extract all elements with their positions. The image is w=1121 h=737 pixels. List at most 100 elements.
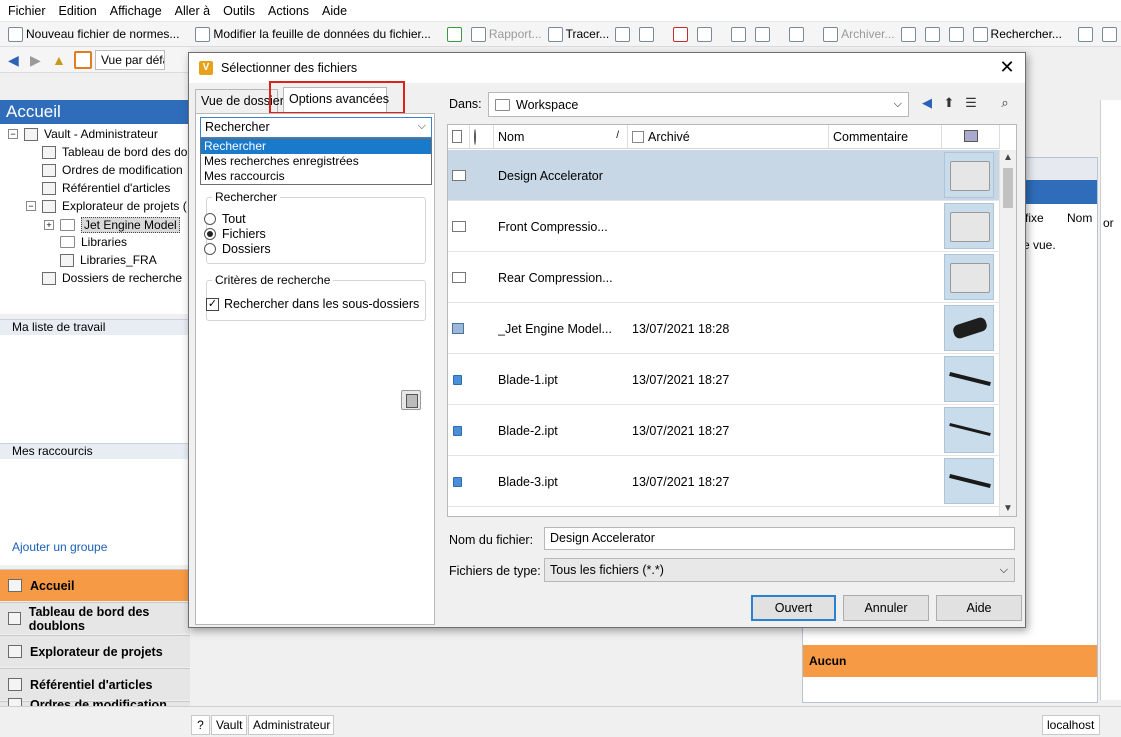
view-combo[interactable]: Vue par défaut — [95, 49, 165, 70]
open-button[interactable]: Ouvert — [751, 595, 836, 621]
delete-button[interactable] — [673, 26, 691, 42]
tree-item-libraries-fra[interactable]: Libraries_FRA — [60, 253, 157, 267]
trace-button[interactable]: Tracer... — [547, 26, 609, 42]
radio-button[interactable] — [204, 243, 216, 255]
subfolders-option[interactable]: ✓ Rechercher dans les sous-dossiers — [206, 297, 419, 311]
menu-edition[interactable]: Edition — [59, 4, 97, 18]
file-row[interactable]: Design Accelerator — [448, 150, 1000, 201]
tree-item-search-folders[interactable]: Dossiers de recherche — [42, 271, 182, 285]
search-combo[interactable]: Rechercher ⌵ — [200, 117, 432, 138]
folder-icon — [60, 219, 75, 231]
undo-checkout-button[interactable] — [948, 26, 967, 42]
menu-actions[interactable]: Actions — [268, 4, 309, 18]
views-menu-icon[interactable]: ☰ — [963, 96, 979, 110]
menu-fichier[interactable]: Fichier — [8, 4, 46, 18]
copy-design-button[interactable] — [755, 26, 773, 42]
nav-items[interactable]: Référentiel d'articles — [0, 668, 190, 700]
type-column-header[interactable] — [448, 125, 470, 149]
close-icon[interactable]: ✕ — [997, 57, 1017, 77]
look-in-combo[interactable]: Workspace ⌵ — [488, 92, 909, 117]
forward-arrow-icon[interactable]: ▶ — [30, 53, 46, 67]
print-button[interactable] — [615, 26, 633, 42]
file-row[interactable]: Front Compressio... — [448, 201, 1000, 252]
menu-aller-a[interactable]: Aller à — [175, 4, 210, 18]
row-thumbnail — [944, 407, 994, 453]
attach-button[interactable] — [697, 26, 715, 42]
comment-column-header[interactable]: Commentaire — [829, 125, 942, 149]
checkin-button[interactable] — [924, 26, 943, 42]
nav-duplicates-dashboard[interactable]: Tableau de bord des doublons — [0, 602, 190, 634]
thumbnail-column-header[interactable] — [942, 125, 1000, 149]
help-toolbar-button[interactable] — [1101, 26, 1120, 42]
radio-files[interactable]: Fichiers — [204, 227, 266, 241]
tree-item-items[interactable]: Référentiel d'articles — [42, 181, 170, 195]
back-arrow-icon[interactable]: ◀ — [8, 53, 24, 67]
up-folder-icon[interactable]: ▲ — [52, 53, 68, 67]
nav-accueil[interactable]: Accueil — [0, 569, 190, 601]
row-name: Blade-1.ipt — [498, 372, 558, 387]
tab-folder-view[interactable]: Vue de dossier — [195, 89, 284, 113]
move-button[interactable] — [789, 26, 807, 42]
main-toolbar: Nouveau fichier de normes... Modifier la… — [0, 22, 1121, 47]
menu-affichage[interactable]: Affichage — [110, 4, 162, 18]
shortcuts-header[interactable]: Mes raccourcis — [0, 443, 190, 459]
report-button[interactable]: Rapport... — [470, 26, 542, 42]
radio-label: Tout — [222, 212, 246, 226]
collapse-icon[interactable]: − — [26, 201, 36, 211]
refresh-button[interactable] — [446, 26, 465, 42]
filetype-combo[interactable]: Tous les fichiers (*.*) ⌵ — [544, 558, 1015, 582]
scroll-thumb[interactable] — [1003, 168, 1013, 208]
file-row[interactable]: Blade-1.ipt 13/07/2021 18:27 — [448, 354, 1000, 405]
archived-column-header[interactable]: Archivé — [628, 125, 829, 149]
tree-item-vault[interactable]: − Vault - Administrateur — [8, 127, 158, 141]
menu-outils[interactable]: Outils — [223, 4, 255, 18]
checkout-button[interactable] — [900, 26, 919, 42]
dashboard-icon — [8, 612, 21, 625]
file-row[interactable]: _Jet Engine Model... 13/07/2021 18:28 — [448, 303, 1000, 354]
layout-button[interactable] — [1077, 26, 1096, 42]
radio-button[interactable] — [204, 213, 216, 225]
search-button[interactable]: Rechercher... — [972, 26, 1062, 42]
dropdown-item-shortcuts[interactable]: Mes raccourcis — [201, 169, 431, 184]
tree-item-change-orders[interactable]: Ordres de modification — [42, 163, 183, 177]
dropdown-item-saved-searches[interactable]: Mes recherches enregistrées — [201, 154, 431, 169]
radio-button[interactable] — [204, 228, 216, 240]
binoculars-icon[interactable]: ⌕ — [997, 96, 1013, 110]
worklist-header[interactable]: Ma liste de travail — [0, 319, 190, 335]
help-status-icon[interactable]: ? — [191, 715, 210, 735]
help-button[interactable]: Aide — [936, 595, 1022, 621]
checkbox-checked-icon[interactable]: ✓ — [206, 297, 219, 311]
up-folder-icon[interactable]: ⬆ — [941, 96, 957, 110]
new-norm-file-button[interactable]: Nouveau fichier de normes... — [8, 26, 179, 42]
file-row[interactable]: Rear Compression... — [448, 252, 1000, 303]
add-file-button[interactable] — [731, 26, 749, 42]
status-column-header[interactable] — [470, 125, 494, 149]
filename-input[interactable]: Design Accelerator — [544, 527, 1015, 550]
name-column-header[interactable]: Nom / — [494, 125, 628, 149]
archive-button[interactable]: Archiver... — [823, 26, 895, 42]
radio-all[interactable]: Tout — [204, 212, 246, 226]
row-thumbnail — [944, 152, 994, 198]
collapse-icon[interactable]: − — [8, 129, 18, 139]
tree-item-project-explorer[interactable]: − Explorateur de projets ( — [26, 199, 187, 213]
aucun-bar[interactable]: Aucun — [803, 645, 1097, 677]
expand-icon[interactable]: + — [44, 220, 54, 230]
save-search-button[interactable] — [401, 390, 421, 410]
file-row[interactable]: Blade-2.ipt 13/07/2021 18:27 — [448, 405, 1000, 456]
cancel-button[interactable]: Annuler — [843, 595, 929, 621]
tree-item-jet-engine-model[interactable]: + Jet Engine Model — [44, 217, 180, 233]
nav-project-explorer[interactable]: Explorateur de projets — [0, 635, 190, 667]
tree-item-libraries[interactable]: Libraries — [60, 235, 127, 249]
print-preview-button[interactable] — [639, 26, 657, 42]
dropdown-item-search[interactable]: Rechercher — [201, 139, 431, 154]
scroll-up-icon[interactable]: ▲ — [1003, 152, 1013, 163]
scroll-down-icon[interactable]: ▼ — [1003, 503, 1013, 514]
vertical-scrollbar[interactable]: ▲ ▼ — [999, 150, 1016, 516]
navigation-pane-icon[interactable] — [74, 50, 92, 69]
file-row[interactable]: Blade-3.ipt 13/07/2021 18:27 — [448, 456, 1000, 507]
radio-folders[interactable]: Dossiers — [204, 242, 271, 256]
menu-aide[interactable]: Aide — [322, 4, 347, 18]
back-icon[interactable]: ◀ — [919, 96, 935, 110]
add-group-link[interactable]: Ajouter un groupe — [12, 540, 107, 554]
modify-data-sheet-button[interactable]: Modifier la feuille de données du fichie… — [195, 26, 431, 42]
